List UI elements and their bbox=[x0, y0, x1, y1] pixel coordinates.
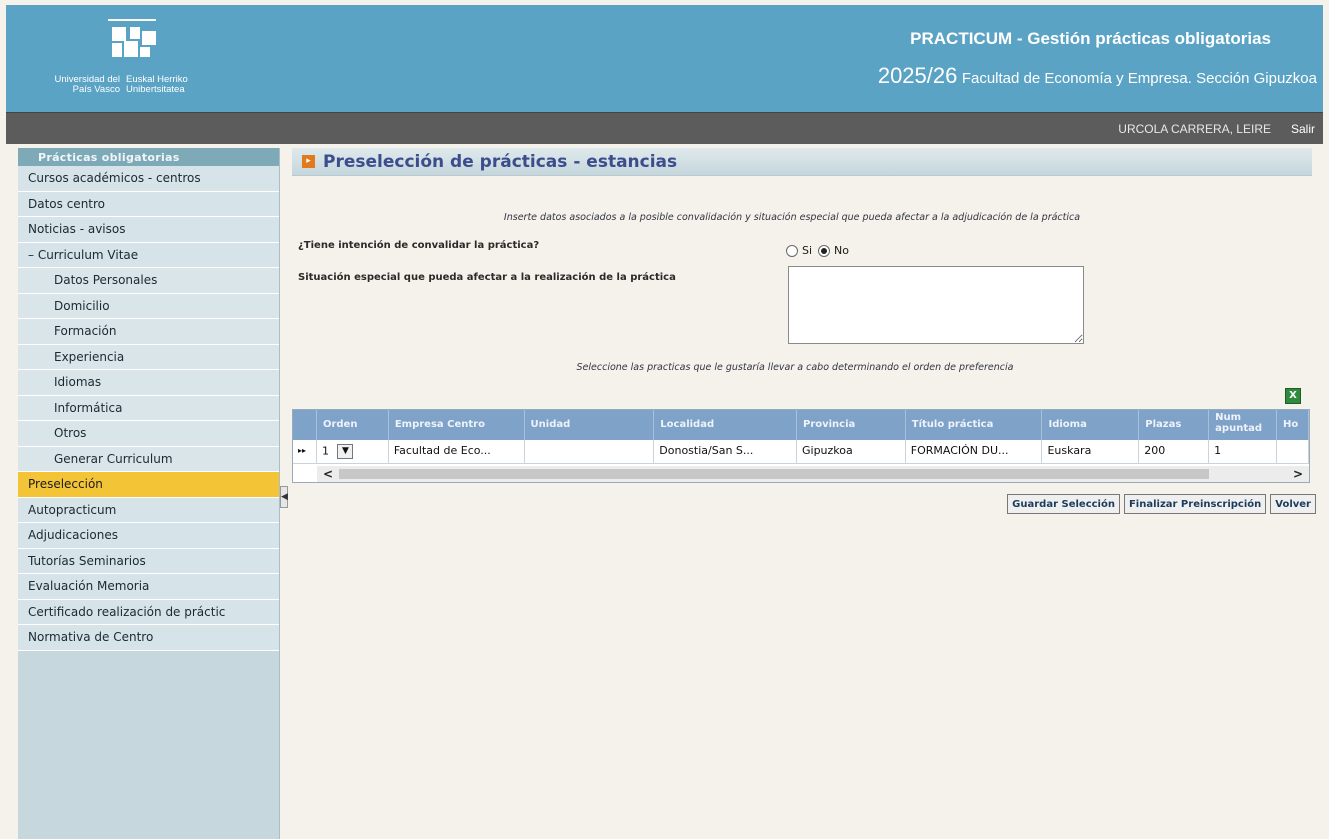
sidebar-item-certificado[interactable]: Certificado realización de práctic bbox=[18, 599, 279, 625]
sidebar-item-preseleccion[interactable]: Preselección bbox=[18, 472, 279, 498]
cell-localidad: Donostia/San S... bbox=[654, 440, 797, 463]
sidebar-item-curriculum-vitae[interactable]: – Curriculum Vitae bbox=[18, 242, 279, 268]
radio-no[interactable] bbox=[818, 244, 831, 257]
grid-horizontal-scrollbar[interactable]: < > bbox=[317, 466, 1309, 482]
sidebar-item-cursos-academicos[interactable]: Cursos académicos - centros bbox=[18, 166, 279, 192]
order-value: 1 bbox=[321, 444, 329, 458]
cell-ho bbox=[1277, 440, 1309, 463]
sidebar-item-noticias-avisos[interactable]: Noticias - avisos bbox=[18, 217, 279, 243]
convalidar-radio-group: Si No bbox=[786, 244, 849, 257]
sidebar-item-tutorias-seminarios[interactable]: Tutorías Seminarios bbox=[18, 548, 279, 574]
sidebar-item-formacion[interactable]: Formación bbox=[18, 319, 279, 345]
user-name: URCOLA CARRERA, LEIRE bbox=[1118, 122, 1271, 136]
sidebar-item-experiencia[interactable]: Experiencia bbox=[18, 344, 279, 370]
sidebar-item-normativa-centro[interactable]: Normativa de Centro bbox=[18, 625, 279, 651]
radio-no-label: No bbox=[834, 244, 850, 257]
finish-preinscription-button[interactable]: Finalizar Preinscripción bbox=[1123, 494, 1267, 514]
sidebar-item-adjudicaciones[interactable]: Adjudicaciones bbox=[18, 523, 279, 549]
sidebar-item-datos-centro[interactable]: Datos centro bbox=[18, 191, 279, 217]
scrollbar-thumb[interactable] bbox=[339, 469, 1209, 479]
page-title-icon: ▸ bbox=[302, 155, 315, 168]
special-situation-label: Situación especial que pueda afectar a l… bbox=[298, 272, 676, 283]
university-name-es: Universidad del País Vasco bbox=[54, 74, 120, 95]
selection-hint-text: Seleccione las practicas que le gustaría… bbox=[576, 362, 1014, 373]
row-selector-icon[interactable]: ▸▸ bbox=[293, 440, 317, 463]
grid-header-provincia[interactable]: Provincia bbox=[797, 410, 906, 440]
cell-provincia: Gipuzkoa bbox=[797, 440, 906, 463]
grid-header-num-apuntados[interactable]: Num apuntad bbox=[1209, 410, 1278, 440]
sidebar-item-informatica[interactable]: Informática bbox=[18, 395, 279, 421]
sidebar-item-otros[interactable]: Otros bbox=[18, 421, 279, 447]
cell-titulo: FORMACIÓN DU... bbox=[906, 440, 1043, 463]
app-title: PRACTICUM - Gestión prácticas obligatori… bbox=[910, 29, 1271, 48]
scroll-right-icon[interactable]: > bbox=[1293, 467, 1303, 481]
cell-plazas: 200 bbox=[1139, 440, 1210, 463]
radio-si-label: Si bbox=[802, 244, 813, 257]
cell-empresa: Facultad de Eco... bbox=[389, 440, 525, 463]
upv-ehu-logo-icon bbox=[108, 19, 156, 57]
export-excel-icon[interactable]: X bbox=[1285, 388, 1301, 404]
grid-header-unidad[interactable]: Unidad bbox=[525, 410, 655, 440]
order-dropdown[interactable]: ▼ bbox=[337, 444, 354, 459]
sidebar-collapse-handle[interactable]: ◀ bbox=[280, 486, 288, 508]
grid-header-localidad[interactable]: Localidad bbox=[654, 410, 797, 440]
academic-year: 2025/26 bbox=[877, 63, 958, 88]
sidebar-item-domicilio[interactable]: Domicilio bbox=[18, 293, 279, 319]
grid-header-row: Orden Empresa Centro Unidad Localidad Pr… bbox=[293, 410, 1309, 440]
page-title-bar: ▸ Preselección de prácticas - estancias bbox=[292, 148, 1312, 176]
cell-num-apuntados: 1 bbox=[1209, 440, 1278, 463]
cell-idioma: Euskara bbox=[1042, 440, 1140, 463]
sidebar-heading: Prácticas obligatorias bbox=[18, 148, 279, 166]
radio-si[interactable] bbox=[786, 244, 798, 257]
grid-header-titulo[interactable]: Título práctica bbox=[906, 410, 1043, 440]
grid-header-ho[interactable]: Ho bbox=[1277, 410, 1309, 440]
cell-unidad bbox=[525, 440, 655, 463]
grid-header-empresa[interactable]: Empresa Centro bbox=[389, 410, 525, 440]
action-buttons: Guardar Selección Finalizar Preinscripci… bbox=[1007, 494, 1316, 514]
sidebar-item-idiomas[interactable]: Idiomas bbox=[18, 370, 279, 396]
university-name-eu: Euskal Herriko Unibertsitatea bbox=[126, 74, 188, 95]
sidebar-item-datos-personales[interactable]: Datos Personales bbox=[18, 268, 279, 294]
intro-text: Inserte datos asociados a la posible con… bbox=[503, 212, 1081, 223]
grid-header-selector bbox=[293, 410, 317, 440]
sidebar-item-autopracticum[interactable]: Autopracticum bbox=[18, 497, 279, 523]
app-subtitle: 2025/26 Facultad de Economía y Empresa. … bbox=[878, 63, 1317, 89]
grid-header-plazas[interactable]: Plazas bbox=[1139, 410, 1210, 440]
sidebar-item-generar-curriculum[interactable]: Generar Curriculum bbox=[18, 446, 279, 472]
user-bar: URCOLA CARRERA, LEIRE Salir bbox=[6, 112, 1323, 144]
app-header: Universidad del País Vasco Euskal Herrik… bbox=[6, 5, 1323, 112]
grid-header-idioma[interactable]: Idioma bbox=[1042, 410, 1140, 440]
special-situation-textarea[interactable] bbox=[788, 266, 1084, 344]
order-cell: 1 ▼ bbox=[317, 440, 389, 463]
save-selection-button[interactable]: Guardar Selección bbox=[1007, 494, 1120, 514]
faculty-name: Facultad de Economía y Empresa. Sección … bbox=[961, 70, 1317, 87]
chevron-down-icon: ▼ bbox=[342, 446, 349, 456]
scroll-left-icon[interactable]: < bbox=[323, 467, 333, 481]
chevron-left-icon: ◀ bbox=[281, 492, 288, 502]
page-title: Preselección de prácticas - estancias bbox=[323, 151, 678, 172]
practices-grid: Orden Empresa Centro Unidad Localidad Pr… bbox=[292, 409, 1310, 483]
back-button[interactable]: Volver bbox=[1270, 494, 1316, 514]
sidebar-menu: Prácticas obligatorias Cursos académicos… bbox=[18, 148, 288, 839]
sidebar-item-evaluacion-memoria[interactable]: Evaluación Memoria bbox=[18, 574, 279, 600]
logout-link[interactable]: Salir bbox=[1291, 122, 1315, 136]
main-content: ▸ Preselección de prácticas - estancias … bbox=[292, 148, 1324, 839]
table-row[interactable]: ▸▸ 1 ▼ Facultad de Eco... Donostia/San S… bbox=[293, 440, 1309, 464]
university-logo[interactable]: Universidad del País Vasco Euskal Herrik… bbox=[50, 19, 240, 109]
convalidar-question-label: ¿Tiene intención de convalidar la prácti… bbox=[298, 240, 540, 251]
grid-header-orden[interactable]: Orden bbox=[317, 410, 389, 440]
